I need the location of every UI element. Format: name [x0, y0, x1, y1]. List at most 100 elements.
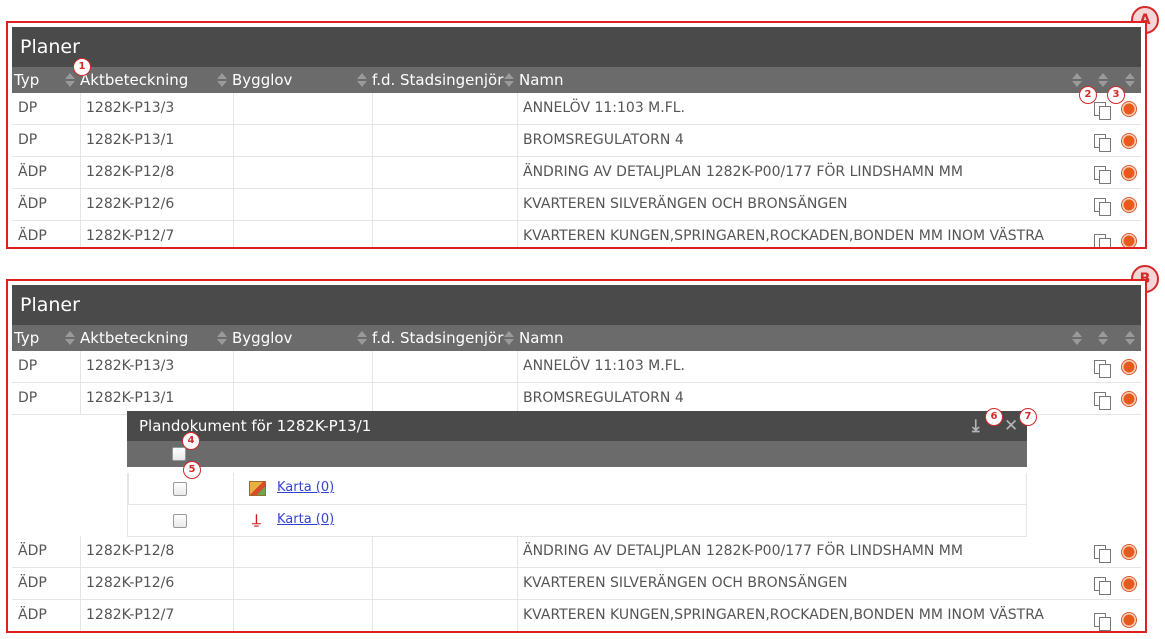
col-bygglov[interactable]: Bygglov: [232, 67, 292, 93]
cell-namn: ANNELÖV 11:103 M.FL.: [523, 100, 686, 116]
copy-icon[interactable]: [1093, 133, 1111, 152]
download-icon[interactable]: ⤓: [972, 417, 980, 435]
col-typ[interactable]: Typ: [14, 325, 39, 351]
cell-namn: KVARTEREN KUNGEN,SPRINGAREN,ROCKADEN,BON…: [523, 607, 1044, 623]
cell-typ: DP: [18, 390, 38, 406]
status-dot-icon[interactable]: [1121, 197, 1137, 213]
document-link[interactable]: Karta (0): [277, 480, 334, 496]
cell-akt: 1282K-P12/8: [86, 543, 175, 559]
status-dot-icon[interactable]: [1121, 133, 1137, 149]
section-b-panel: Planer Typ Aktbeteckning Bygglov f.d. St…: [6, 279, 1147, 633]
panel-title: Planer: [12, 285, 1141, 325]
status-dot-icon[interactable]: [1121, 391, 1137, 407]
table-row[interactable]: ÄDP 1282K-P12/6 KVARTEREN SILVERÄNGEN OC…: [12, 189, 1141, 221]
cell-typ: ÄDP: [18, 164, 47, 180]
sort-aktbeteckning-icon[interactable]: [217, 331, 227, 346]
cell-typ: ÄDP: [18, 543, 47, 559]
cell-typ: DP: [18, 100, 38, 116]
cell-typ: ÄDP: [18, 196, 47, 212]
col-namn[interactable]: Namn: [519, 67, 564, 93]
pdf-icon: ⍊: [252, 512, 261, 528]
callout-7: 7: [1019, 408, 1037, 426]
copy-icon[interactable]: [1093, 359, 1111, 378]
status-dot-icon[interactable]: [1121, 612, 1137, 628]
select-all-checkbox[interactable]: [172, 447, 186, 461]
document-row: Karta (0): [127, 473, 1027, 505]
sort-bygglov-icon[interactable]: [357, 331, 367, 346]
copy-icon[interactable]: [1093, 576, 1111, 595]
copy-icon[interactable]: [1093, 197, 1111, 216]
cell-namn: ÄNDRING AV DETALJPLAN 1282K-P00/177 FÖR …: [523, 543, 963, 559]
cell-namn: KVARTEREN SILVERÄNGEN OCH BRONSÄNGEN: [523, 196, 848, 212]
cell-akt: 1282K-P13/1: [86, 132, 175, 148]
callout-1: 1: [73, 58, 91, 76]
table-row[interactable]: ÄDP 1282K-P12/7 KVARTEREN KUNGEN,SPRINGA…: [12, 221, 1141, 247]
callout-3: 3: [1107, 86, 1125, 104]
status-dot-icon[interactable]: [1121, 359, 1137, 375]
table-row[interactable]: ÄDP 1282K-P12/8 ÄNDRING AV DETALJPLAN 12…: [12, 157, 1141, 189]
status-dot-icon[interactable]: [1121, 165, 1137, 181]
callout-2: 2: [1079, 86, 1097, 104]
col-bygglov[interactable]: Bygglov: [232, 325, 292, 351]
status-dot-icon[interactable]: [1121, 233, 1137, 247]
sort-typ-icon[interactable]: [65, 73, 75, 88]
sort-stadsingenjor-icon[interactable]: [504, 73, 514, 88]
col-stadsingenjor[interactable]: f.d. Stadsingenjör: [372, 325, 503, 351]
col-typ[interactable]: Typ: [14, 67, 39, 93]
cell-akt: 1282K-P12/6: [86, 575, 175, 591]
table-row[interactable]: DP 1282K-P13/1 BROMSREGULATORN 4: [12, 125, 1141, 157]
copy-icon[interactable]: [1093, 612, 1111, 631]
table-header: Typ Aktbeteckning Bygglov f.d. Stadsinge…: [12, 67, 1141, 93]
cell-akt: 1282K-P13/3: [86, 358, 175, 374]
sort-typ-icon[interactable]: [65, 331, 75, 346]
callout-6: 6: [985, 408, 1003, 426]
sort-status-icon[interactable]: [1125, 331, 1135, 346]
copy-icon[interactable]: [1093, 101, 1111, 120]
sort-stadsingenjor-icon[interactable]: [504, 331, 514, 346]
plandokument-header: [127, 441, 1027, 467]
sort-aktbeteckning-icon[interactable]: [217, 73, 227, 88]
status-dot-icon[interactable]: [1121, 101, 1137, 117]
section-a-panel: Planer Typ Aktbeteckning Bygglov f.d. St…: [6, 21, 1147, 249]
col-aktbeteckning[interactable]: Aktbeteckning: [80, 325, 188, 351]
sort-status-icon[interactable]: [1125, 73, 1135, 88]
sort-namn-icon[interactable]: [1072, 331, 1082, 346]
sort-copy-icon[interactable]: [1098, 73, 1108, 88]
sort-namn-icon[interactable]: [1072, 73, 1082, 88]
cell-akt: 1282K-P12/8: [86, 164, 175, 180]
table-row[interactable]: DP 1282K-P13/3 ANNELÖV 11:103 M.FL.: [12, 351, 1141, 383]
cell-typ: DP: [18, 132, 38, 148]
status-dot-icon[interactable]: [1121, 576, 1137, 592]
panel-title: Planer: [12, 27, 1141, 67]
sort-bygglov-icon[interactable]: [357, 73, 367, 88]
copy-icon[interactable]: [1093, 391, 1111, 410]
cell-akt: 1282K-P12/7: [86, 228, 175, 244]
cell-namn: KVARTEREN SILVERÄNGEN OCH BRONSÄNGEN: [523, 575, 848, 591]
document-checkbox[interactable]: [173, 514, 187, 528]
copy-icon[interactable]: [1093, 544, 1111, 563]
cell-namn: ÄNDRING AV DETALJPLAN 1282K-P00/177 FÖR …: [523, 164, 963, 180]
table-row[interactable]: DP 1282K-P13/3 ANNELÖV 11:103 M.FL.: [12, 93, 1141, 125]
cell-namn: BROMSREGULATORN 4: [523, 132, 684, 148]
table-row[interactable]: ÄDP 1282K-P12/8 ÄNDRING AV DETALJPLAN 12…: [12, 536, 1141, 568]
map-icon: [249, 481, 266, 496]
cell-typ: ÄDP: [18, 228, 47, 244]
document-link[interactable]: Karta (0): [277, 512, 334, 528]
cell-namn: KVARTEREN KUNGEN,SPRINGAREN,ROCKADEN,BON…: [523, 228, 1044, 244]
table-row[interactable]: ÄDP 1282K-P12/6 KVARTEREN SILVERÄNGEN OC…: [12, 568, 1141, 600]
plandokument-title: Plandokument för 1282K-P13/1: [127, 411, 1027, 441]
col-stadsingenjor[interactable]: f.d. Stadsingenjör: [372, 67, 503, 93]
status-dot-icon[interactable]: [1121, 544, 1137, 560]
table-row[interactable]: ÄDP 1282K-P12/7 KVARTEREN KUNGEN,SPRINGA…: [12, 600, 1141, 631]
copy-icon[interactable]: [1093, 233, 1111, 247]
copy-icon[interactable]: [1093, 165, 1111, 184]
col-aktbeteckning[interactable]: Aktbeteckning: [80, 67, 188, 93]
cell-akt: 1282K-P12/7: [86, 607, 175, 623]
cell-typ: ÄDP: [18, 575, 47, 591]
document-row: ⍊ Karta (0): [127, 505, 1027, 537]
sort-copy-icon[interactable]: [1098, 331, 1108, 346]
document-checkbox[interactable]: [173, 482, 187, 496]
cell-typ: ÄDP: [18, 607, 47, 623]
col-namn[interactable]: Namn: [519, 325, 564, 351]
close-icon[interactable]: ✕: [1004, 417, 1018, 435]
